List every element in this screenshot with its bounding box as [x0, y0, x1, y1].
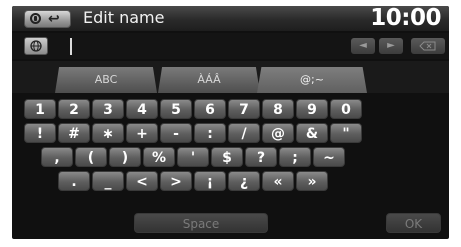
key[interactable]: + — [126, 123, 158, 143]
key[interactable]: $ — [211, 147, 243, 167]
key[interactable]: " — [330, 123, 362, 143]
key[interactable]: 9 — [296, 99, 328, 119]
clock: 10:00 — [370, 6, 441, 31]
keyboard-tabs: ABC ÀÁÂ @;~ — [12, 61, 449, 93]
text-cursor — [70, 38, 72, 55]
home-icon — [30, 13, 41, 24]
cursor-right-button[interactable]: ► — [379, 38, 403, 54]
key[interactable]: 4 — [126, 99, 158, 119]
tab-accented[interactable]: ÀÁÂ — [158, 67, 260, 93]
key[interactable]: 8 — [262, 99, 294, 119]
back-icon: ↩ — [48, 11, 60, 27]
key[interactable]: 5 — [160, 99, 192, 119]
key[interactable]: ¿ — [228, 171, 260, 191]
key[interactable]: 0 — [330, 99, 362, 119]
name-input[interactable] — [60, 38, 328, 54]
page-title: Edit name — [83, 8, 165, 27]
right-arrow-icon: ► — [387, 40, 395, 51]
key[interactable]: ~ — [313, 147, 345, 167]
key[interactable]: ! — [24, 123, 56, 143]
tab-abc[interactable]: ABC — [55, 67, 157, 93]
key[interactable]: & — [296, 123, 328, 143]
key[interactable]: , — [41, 147, 73, 167]
delete-button[interactable] — [411, 38, 445, 54]
home-back-button[interactable]: ↩ — [24, 10, 71, 28]
key[interactable]: ( — [75, 147, 107, 167]
language-button[interactable] — [24, 37, 48, 55]
space-key[interactable]: Space — [134, 213, 268, 233]
key[interactable]: < — [126, 171, 158, 191]
key[interactable]: # — [58, 123, 90, 143]
key[interactable]: ? — [245, 147, 277, 167]
cursor-left-button[interactable]: ◄ — [351, 38, 375, 54]
key[interactable]: - — [160, 123, 192, 143]
globe-icon — [30, 40, 42, 52]
key[interactable]: > — [160, 171, 192, 191]
delete-icon — [419, 41, 436, 51]
key[interactable]: 3 — [92, 99, 124, 119]
key[interactable]: ' — [177, 147, 209, 167]
title-bar: ↩ Edit name 10:00 — [12, 6, 449, 31]
key[interactable]: . — [58, 171, 90, 191]
key[interactable]: 2 — [58, 99, 90, 119]
key[interactable]: » — [296, 171, 328, 191]
tab-symbols[interactable]: @;~ — [257, 67, 367, 93]
key[interactable]: ∗ — [92, 123, 124, 143]
key[interactable]: 7 — [228, 99, 260, 119]
input-bar: ◄ ► — [12, 33, 449, 59]
key[interactable]: : — [194, 123, 226, 143]
key[interactable]: % — [143, 147, 175, 167]
key[interactable]: @ — [262, 123, 294, 143]
key[interactable]: ¡ — [194, 171, 226, 191]
key[interactable]: 1 — [24, 99, 56, 119]
key[interactable]: ) — [109, 147, 141, 167]
key[interactable]: / — [228, 123, 260, 143]
left-arrow-icon: ◄ — [359, 40, 367, 51]
ok-key[interactable]: OK — [386, 213, 441, 233]
key[interactable]: « — [262, 171, 294, 191]
key[interactable]: _ — [92, 171, 124, 191]
key[interactable]: 6 — [194, 99, 226, 119]
key[interactable]: ; — [279, 147, 311, 167]
screen: ↩ Edit name 10:00 ◄ ► ABC ÀÁÂ @;~ 1 2 3 … — [12, 6, 449, 239]
